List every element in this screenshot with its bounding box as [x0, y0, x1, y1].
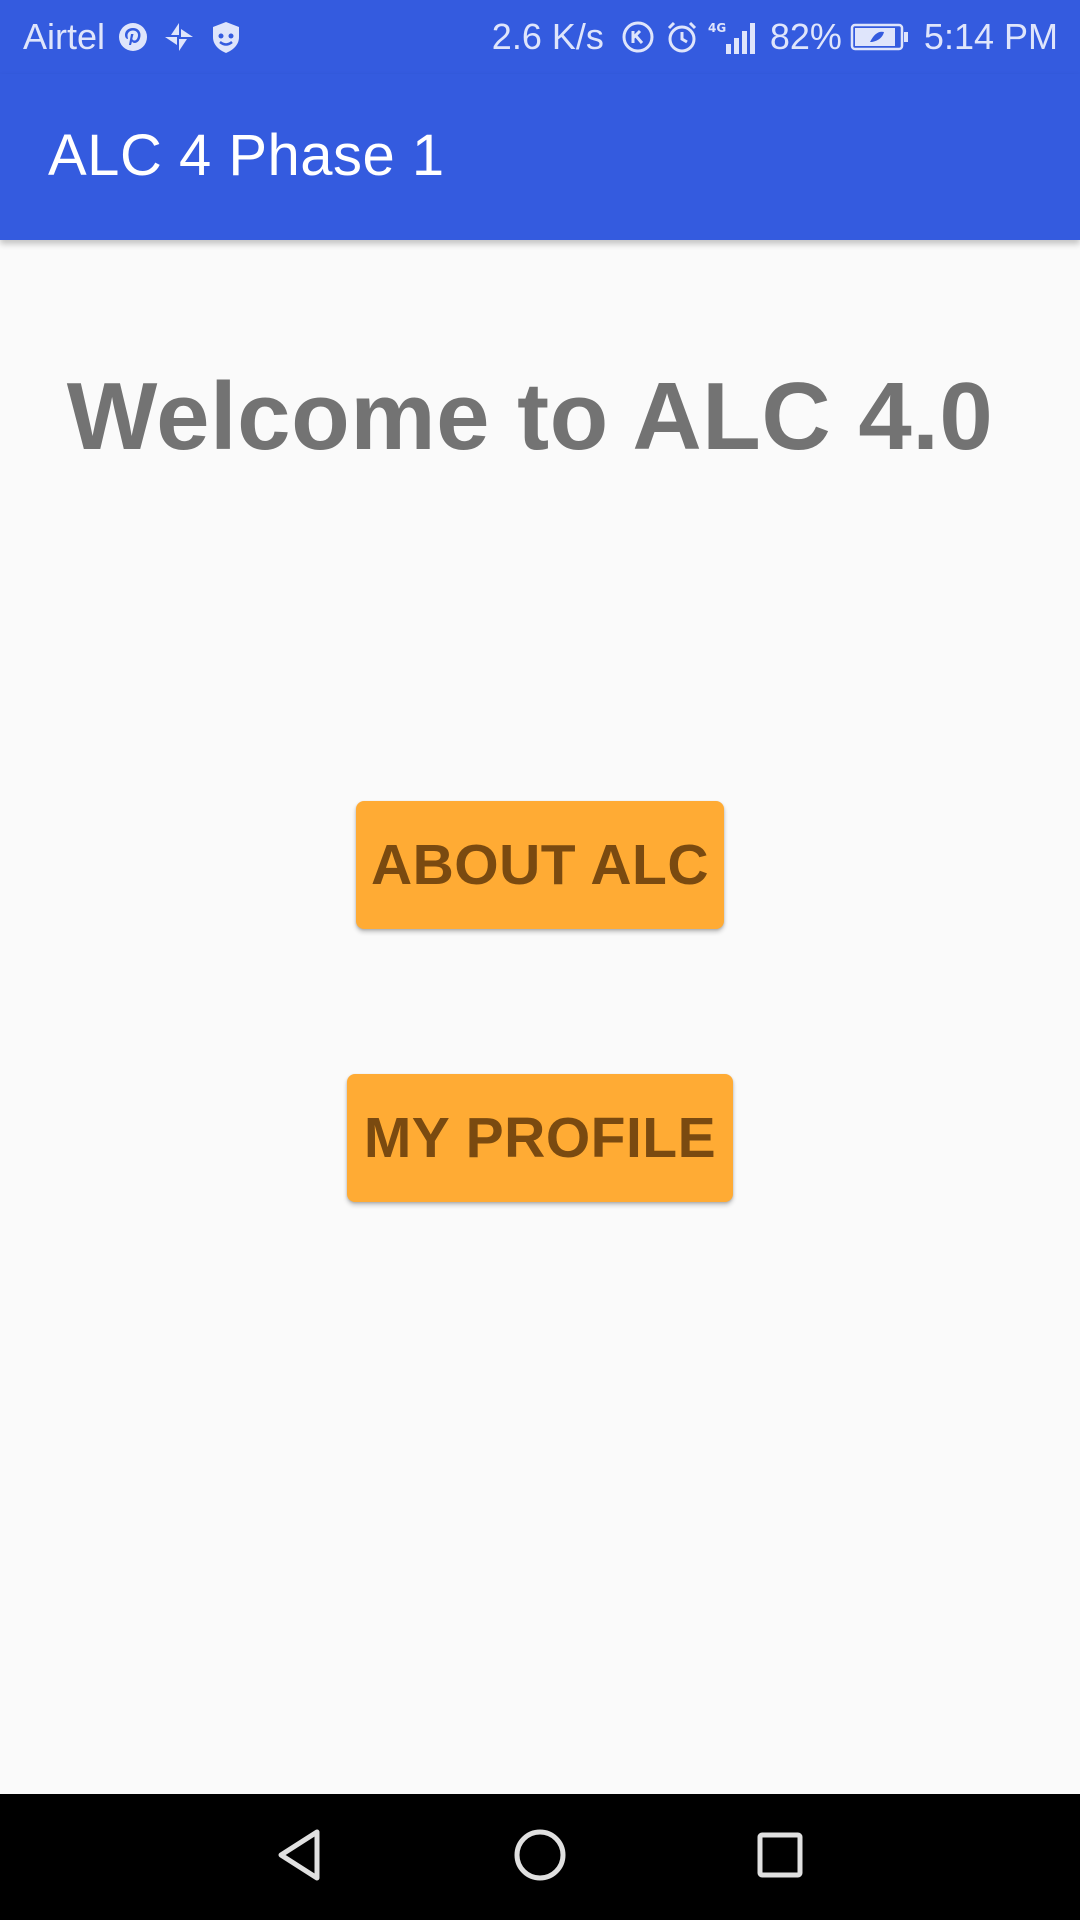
status-left: Airtel [23, 0, 243, 74]
my-profile-button[interactable]: MY PROFILE [347, 1074, 733, 1202]
4g-signal-icon: 4G [708, 18, 762, 56]
nav-back-button[interactable] [240, 1794, 360, 1920]
app-bar: ALC 4 Phase 1 [0, 74, 1080, 240]
back-icon [275, 1827, 325, 1888]
nav-recents-button[interactable] [720, 1794, 840, 1920]
app-title: ALC 4 Phase 1 [48, 123, 445, 188]
shield-face-icon [209, 19, 243, 55]
pinterest-icon [117, 21, 149, 53]
welcome-heading: Welcome to ALC 4.0 [66, 363, 994, 470]
battery-percent: 82% [769, 16, 842, 57]
svg-text:4G: 4G [708, 21, 726, 35]
carrier-name: Airtel [23, 16, 106, 57]
network-speed: 2.6 K/s [491, 16, 604, 57]
nav-home-button[interactable] [480, 1794, 600, 1920]
pinwheel-icon [161, 19, 197, 55]
status-time: 5:14 PM [923, 16, 1058, 57]
alarm-icon [664, 19, 700, 55]
navigation-bar [0, 1794, 1080, 1920]
app-screen: Airtel 2.6 K/s 4G 82% 5:14 PM ALC 4 Phas… [0, 0, 1080, 1920]
data-saver-icon [620, 19, 656, 55]
status-right: 2.6 K/s 4G 82% 5:14 PM [492, 0, 1058, 74]
about-alc-button[interactable]: ABOUT ALC [356, 801, 724, 929]
home-icon [513, 1828, 567, 1887]
status-bar: Airtel 2.6 K/s 4G 82% 5:14 PM [0, 0, 1080, 74]
battery-saver-icon [850, 22, 910, 52]
recents-icon [755, 1830, 805, 1885]
